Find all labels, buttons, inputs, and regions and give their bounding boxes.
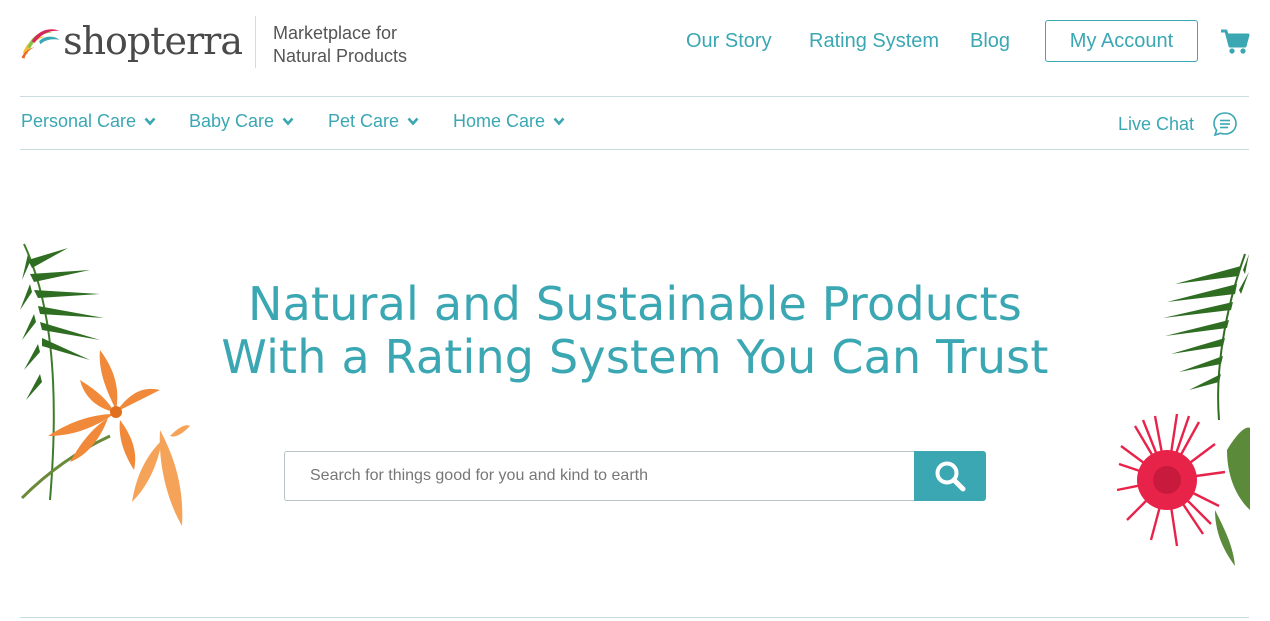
category-pet-care[interactable]: Pet Care xyxy=(328,111,419,132)
search-icon xyxy=(935,461,966,492)
chat-bubble-icon xyxy=(1213,112,1237,137)
logo-swirl-icon xyxy=(21,29,60,59)
my-account-button[interactable]: My Account xyxy=(1045,20,1198,62)
hero-line2: With a Rating System You Can Trust xyxy=(221,330,1049,384)
chevron-down-icon xyxy=(553,117,565,126)
category-nav-divider xyxy=(20,149,1249,150)
search-input[interactable] xyxy=(284,451,914,501)
hero-line1: Natural and Sustainable Products xyxy=(247,277,1023,331)
header-divider xyxy=(20,96,1249,97)
tagline: Marketplace for Natural Products xyxy=(273,22,443,68)
site-header: shopterra Marketplace for Natural Produc… xyxy=(0,0,1270,96)
nav-blog[interactable]: Blog xyxy=(970,30,1010,53)
category-personal-care[interactable]: Personal Care xyxy=(21,111,156,132)
shopping-cart-icon[interactable] xyxy=(1220,28,1250,56)
chevron-down-icon xyxy=(144,117,156,126)
hero-bottom-divider xyxy=(20,617,1249,618)
nav-our-story[interactable]: Our Story xyxy=(686,30,772,53)
chevron-down-icon xyxy=(282,117,294,126)
search-bar xyxy=(284,451,986,501)
brand-name: shopterra xyxy=(63,19,243,63)
tagline-divider xyxy=(255,16,256,68)
category-label: Personal Care xyxy=(21,111,137,131)
hero-headline: Natural and Sustainable Products With a … xyxy=(0,278,1270,384)
chevron-down-icon xyxy=(407,117,419,126)
live-chat-link[interactable]: Live Chat xyxy=(1118,111,1238,137)
category-baby-care[interactable]: Baby Care xyxy=(189,111,294,132)
nav-rating-system[interactable]: Rating System xyxy=(809,30,939,53)
tagline-line2: Natural Products xyxy=(273,46,408,66)
brand-logo[interactable]: shopterra xyxy=(20,16,243,68)
search-button[interactable] xyxy=(914,451,986,501)
category-label: Pet Care xyxy=(328,111,400,131)
category-label: Baby Care xyxy=(189,111,275,131)
tagline-line1: Marketplace for xyxy=(273,23,398,43)
category-label: Home Care xyxy=(453,111,546,131)
category-home-care[interactable]: Home Care xyxy=(453,111,565,132)
live-chat-label: Live Chat xyxy=(1118,113,1195,134)
